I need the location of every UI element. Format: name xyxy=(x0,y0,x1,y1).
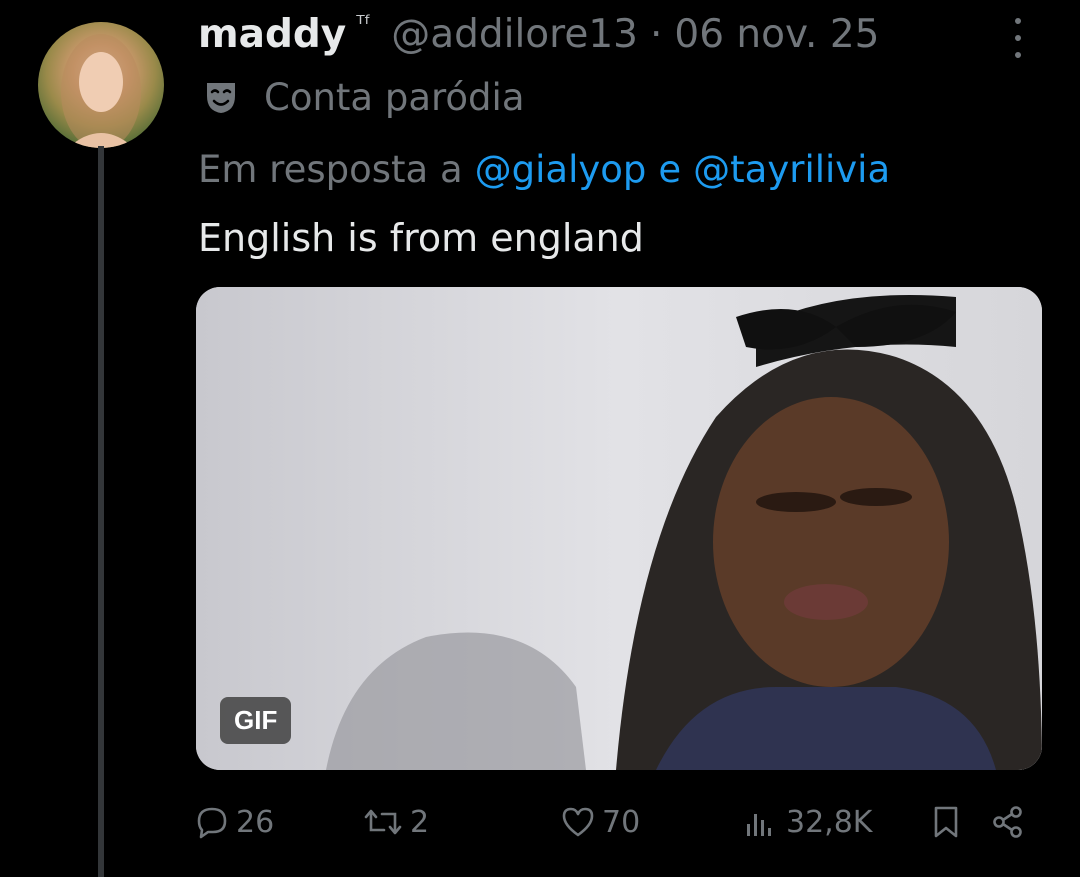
views-icon xyxy=(747,814,771,836)
thread-line xyxy=(98,146,104,877)
reply-icon xyxy=(197,807,227,839)
mention-link-1[interactable]: @gialyop xyxy=(475,148,647,191)
retweet-button[interactable]: 2 xyxy=(362,798,429,846)
like-icon xyxy=(562,807,594,837)
reply-conjunction: e xyxy=(658,147,682,191)
bookmark-button[interactable] xyxy=(930,798,968,846)
like-count: 70 xyxy=(602,804,641,840)
theater-mask-icon xyxy=(207,83,235,113)
tweet-text: English is from england xyxy=(198,216,644,260)
action-bar: 26 2 70 32,8K xyxy=(194,798,1034,846)
views-count: 32,8K xyxy=(786,804,873,840)
share-button[interactable] xyxy=(990,798,1032,846)
share-icon xyxy=(993,806,1022,838)
avatar[interactable] xyxy=(38,22,164,148)
reply-count: 26 xyxy=(236,804,275,840)
display-name[interactable]: maddy xyxy=(198,12,346,57)
mention-link-2[interactable]: @tayrilivia xyxy=(693,148,890,191)
reply-button[interactable]: 26 xyxy=(194,798,274,846)
reply-prefix: Em resposta a xyxy=(198,147,463,191)
gif-badge: GIF xyxy=(220,697,292,744)
bookmark-icon xyxy=(934,806,958,838)
tweet-header: maddy ᵀᶠ @addilore13 · 06 nov. 25 xyxy=(198,6,879,62)
name-tag: ᵀᶠ xyxy=(356,11,372,37)
user-handle[interactable]: @addilore13 xyxy=(391,12,638,57)
retweet-icon xyxy=(364,809,402,835)
retweet-count: 2 xyxy=(410,804,430,840)
parody-label: Conta paródia xyxy=(198,72,525,122)
more-vertical-icon[interactable] xyxy=(1006,18,1030,58)
separator: · xyxy=(649,11,663,57)
like-button[interactable]: 70 xyxy=(560,798,640,846)
tweet[interactable]: maddy ᵀᶠ @addilore13 · 06 nov. 25 Conta … xyxy=(0,0,1080,877)
reply-context: Em resposta a @gialyop e @tayrilivia xyxy=(198,142,890,196)
gif-media[interactable]: GIF xyxy=(196,287,1042,770)
tweet-date[interactable]: 06 nov. 25 xyxy=(674,12,879,57)
views-button[interactable]: 32,8K xyxy=(742,798,872,846)
parody-text: Conta paródia xyxy=(264,75,525,119)
